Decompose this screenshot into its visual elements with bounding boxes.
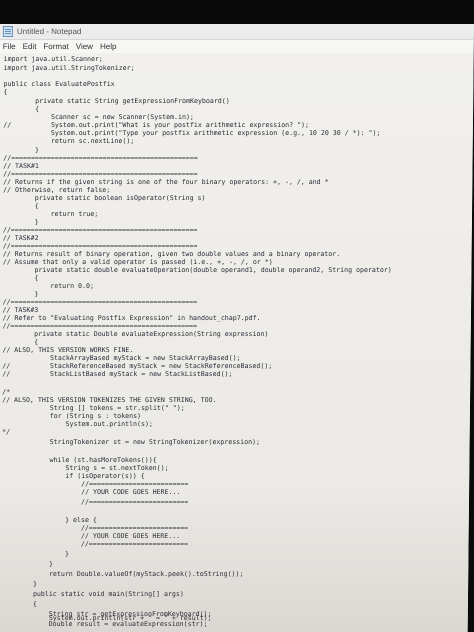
code-line: //=========================: [1, 540, 189, 548]
code-line: // TASK#3: [2, 306, 39, 314]
code-line: //======================================…: [2, 242, 198, 250]
code-line: }: [1, 560, 54, 568]
code-line: // YOUR CODE GOES HERE...: [1, 488, 181, 496]
code-line: return Double.valueOf(myStack.peek().toS…: [1, 570, 244, 578]
code-line: System.out.print("Type your postfix arit…: [3, 129, 381, 137]
code-line: //======================================…: [3, 154, 198, 162]
code-line: // YOUR CODE GOES HERE...: [1, 532, 181, 540]
code-line: private static Double evaluateExpression…: [2, 330, 269, 338]
code-line: // TASK#1: [3, 162, 39, 170]
code-line: System.out.println(s);: [2, 420, 153, 428]
code-line: // StackReferenceBased myStack = new Sta…: [2, 362, 273, 370]
code-line: }: [3, 146, 40, 154]
menu-edit[interactable]: Edit: [23, 42, 37, 51]
code-line: {: [2, 338, 39, 346]
code-line: String s = st.nextToken();: [1, 464, 169, 472]
code-line: // System.out.print("What is your postfi…: [3, 121, 310, 129]
code-line: // Returns if the given string is one of…: [3, 178, 329, 186]
code-line: return true;: [2, 210, 99, 218]
code-line: {: [2, 202, 39, 210]
code-line: /*: [2, 388, 11, 396]
code-line: Scanner sc = new Scanner(System.in);: [3, 113, 194, 121]
code-line: }: [2, 290, 39, 298]
code-line: //=========================: [1, 524, 189, 532]
window-title: Untitled - Notepad: [16, 27, 82, 36]
menu-bar: File Edit Format View Help: [0, 40, 474, 53]
code-line: while (st.hasMoreTokens()){: [1, 456, 157, 464]
code-line: }: [2, 218, 39, 226]
code-line: // StackListBased myStack = new StackLis…: [2, 370, 233, 378]
code-line: {: [3, 105, 40, 113]
code-line: StackArrayBased myStack = new StackArray…: [2, 354, 241, 362]
code-line: //=========================: [1, 480, 189, 488]
code-line: return 0.0;: [2, 282, 95, 290]
code-line: }: [1, 550, 69, 558]
code-line: //======================================…: [2, 226, 198, 234]
code-line: public static void main(String[] args): [1, 590, 184, 598]
code-line: // Otherwise, return false;: [3, 186, 111, 194]
code-line: if (isOperator(s)) {: [1, 472, 145, 480]
menu-file[interactable]: File: [3, 42, 16, 51]
code-line: import java.util.StringTokenizer;: [3, 64, 135, 72]
code-line: import java.util.Scanner;: [3, 55, 103, 63]
code-line: // ALSO, THIS VERSION TOKENIZES THE GIVE…: [2, 396, 217, 404]
notepad-window: Untitled - Notepad File Edit Format View…: [0, 24, 474, 632]
code-line: //======================================…: [3, 170, 198, 178]
code-line: } else {: [1, 516, 97, 524]
code-line: }: [1, 580, 38, 588]
code-line: // Returns result of binary operation, g…: [2, 250, 341, 258]
menu-format[interactable]: Format: [43, 42, 68, 51]
code-line: */: [1, 428, 11, 436]
code-line: StringTokenizer st = new StringTokenizer…: [1, 438, 261, 446]
code-line: //======================================…: [2, 322, 198, 330]
code-line: // ALSO, THIS VERSION WORKS FINE.: [2, 346, 134, 354]
code-line: // Refer to "Evaluating Postfix Expressi…: [2, 314, 261, 322]
code-line: {: [1, 600, 37, 608]
code-line: private static boolean isOperator(String…: [2, 194, 206, 202]
code-line: String [] tokens = str.split(" ");: [2, 404, 185, 412]
code-line: //=========================: [1, 498, 189, 506]
code-line: for (String s : tokens): [2, 412, 142, 420]
code-line: {: [3, 88, 8, 96]
text-editor-area[interactable]: import java.util.Scanner; import java.uti…: [0, 53, 474, 632]
code-line: // TASK#2: [2, 234, 39, 242]
title-bar: Untitled - Notepad: [0, 24, 474, 40]
code-line: return sc.nextLine();: [3, 137, 135, 145]
notepad-icon: [2, 26, 13, 37]
code-line: System.out.println(str + " = " + result)…: [1, 613, 212, 622]
code-line: private static double evaluateOperation(…: [2, 266, 392, 274]
code-line: public class EvaluatePostfix: [3, 80, 115, 88]
code-line: //======================================…: [2, 298, 198, 306]
code-line: {: [2, 274, 39, 282]
code-line: // Assume that only a valid operator is …: [2, 258, 273, 266]
menu-help[interactable]: Help: [100, 42, 117, 51]
code-line: private static String getExpressionFromK…: [3, 97, 230, 105]
menu-view[interactable]: View: [76, 42, 93, 51]
